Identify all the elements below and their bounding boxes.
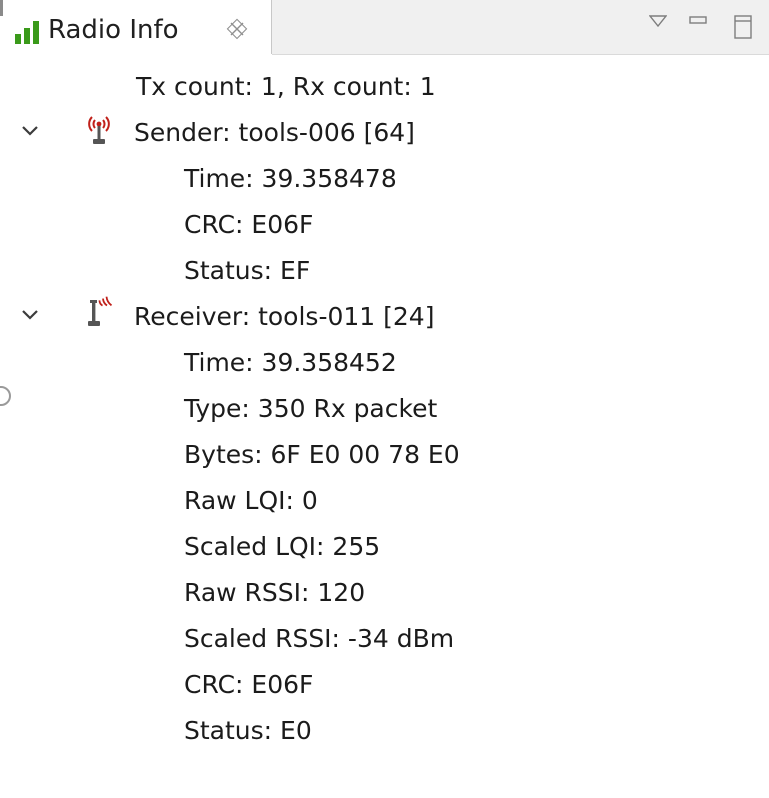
view-menu-icon[interactable] (649, 14, 667, 28)
sender-status: Status: EF (184, 256, 311, 285)
tab-bar: Radio Info (0, 0, 769, 55)
receiver-scaled-lqi-row[interactable]: Scaled LQI: 255 (0, 524, 769, 570)
sender-node[interactable]: Sender: tools-006 [64] (0, 110, 769, 156)
receiver-status-row[interactable]: Status: E0 (0, 708, 769, 754)
sender-status-row[interactable]: Status: EF (0, 248, 769, 294)
sender-time: Time: 39.358478 (184, 164, 397, 193)
receiver-crc: CRC: E06F (184, 670, 314, 699)
receiver-bytes: Bytes: 6F E0 00 78 E0 (184, 440, 460, 469)
receiver-raw-rssi-row[interactable]: Raw RSSI: 120 (0, 570, 769, 616)
signal-bars-icon (15, 21, 39, 44)
close-icon[interactable] (226, 18, 248, 40)
chevron-down-icon[interactable] (20, 308, 40, 322)
tab-corner-marker (0, 0, 3, 16)
chevron-down-icon[interactable] (20, 124, 40, 138)
receiver-crc-row[interactable]: CRC: E06F (0, 662, 769, 708)
receiver-scaled-rssi: Scaled RSSI: -34 dBm (184, 624, 455, 653)
sender-crc-row[interactable]: CRC: E06F (0, 202, 769, 248)
receiver-scaled-lqi: Scaled LQI: 255 (184, 532, 381, 561)
tab-title: Radio Info (48, 15, 179, 45)
radio-info-view: Radio Info Tx count: 1, Rx count: 1 Send… (0, 0, 769, 798)
receiver-time-row[interactable]: Time: 39.358452 (0, 340, 769, 386)
maximize-icon[interactable] (733, 14, 753, 40)
summary-label: Tx count: 1, Rx count: 1 (136, 72, 436, 101)
receiver-raw-lqi-row[interactable]: Raw LQI: 0 (0, 478, 769, 524)
antenna-receive-icon (88, 296, 113, 326)
receiver-raw-lqi: Raw LQI: 0 (184, 486, 318, 515)
sender-time-row[interactable]: Time: 39.358478 (0, 156, 769, 202)
receiver-type: Type: 350 Rx packet (184, 394, 438, 423)
sender-crc: CRC: E06F (184, 210, 314, 239)
minimize-icon[interactable] (688, 14, 708, 28)
receiver-time: Time: 39.358452 (184, 348, 397, 377)
receiver-status: Status: E0 (184, 716, 312, 745)
receiver-type-row[interactable]: Type: 350 Rx packet (0, 386, 769, 432)
receiver-scaled-rssi-row[interactable]: Scaled RSSI: -34 dBm (0, 616, 769, 662)
antenna-transmit-icon (88, 116, 110, 144)
receiver-raw-rssi: Raw RSSI: 120 (184, 578, 366, 607)
receiver-label: Receiver: tools-011 [24] (134, 302, 435, 331)
tab-radio-info[interactable]: Radio Info (0, 0, 272, 54)
receiver-node[interactable]: Receiver: tools-011 [24] (0, 294, 769, 340)
sender-label: Sender: tools-006 [64] (134, 118, 415, 147)
radio-info-tree: Tx count: 1, Rx count: 1 Sender: tools-0… (0, 54, 769, 798)
receiver-bytes-row[interactable]: Bytes: 6F E0 00 78 E0 (0, 432, 769, 478)
summary-row[interactable]: Tx count: 1, Rx count: 1 (0, 64, 769, 110)
